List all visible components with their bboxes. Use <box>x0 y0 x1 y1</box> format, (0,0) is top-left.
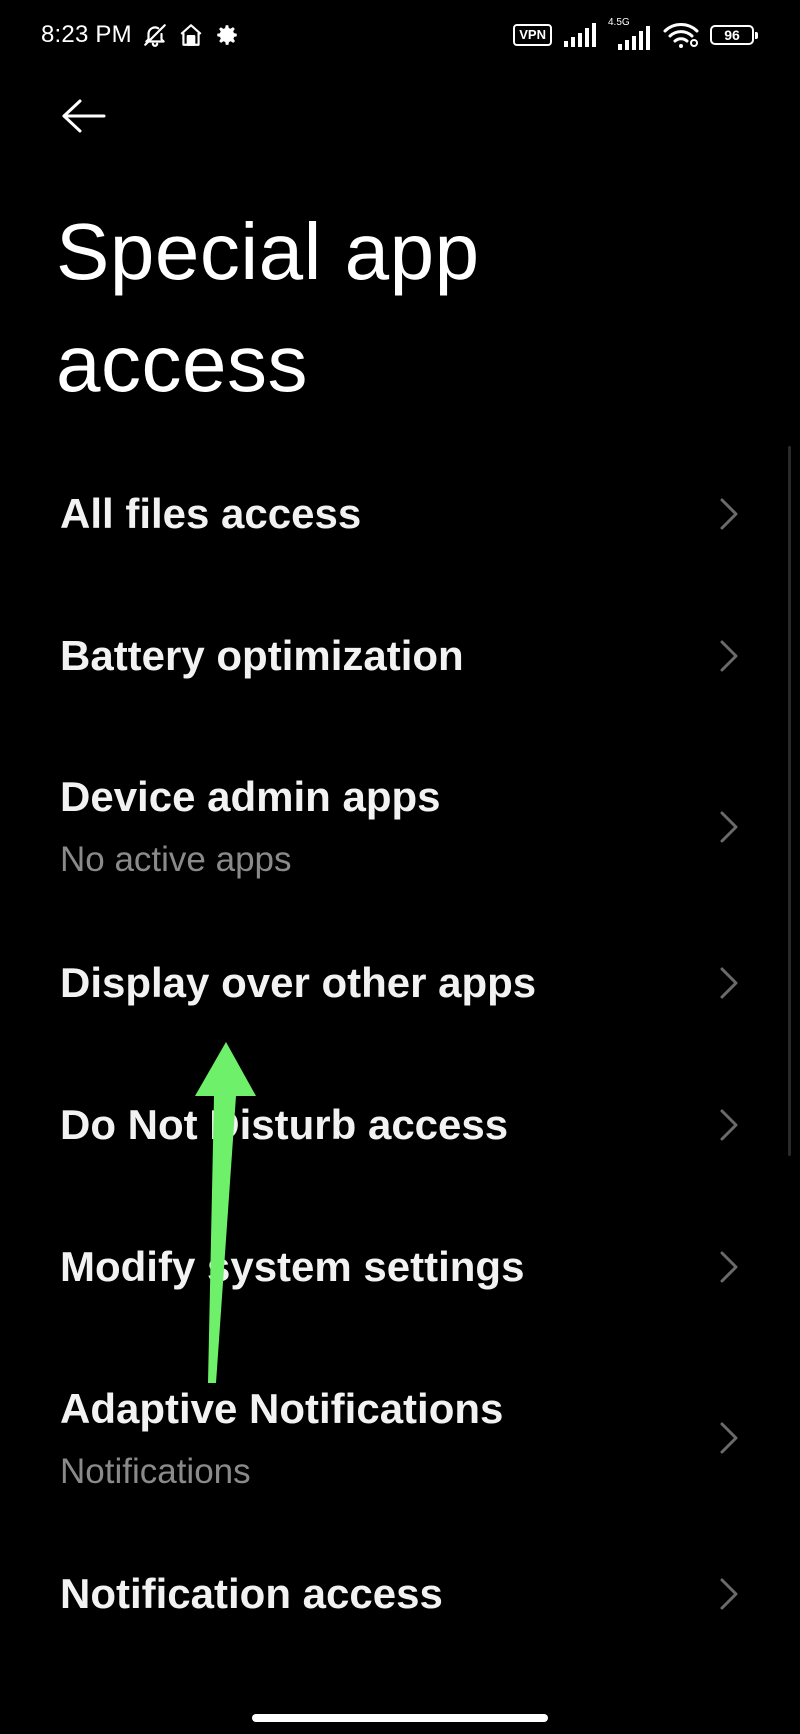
list-item-display-over-other-apps[interactable]: Display over other apps <box>0 928 800 1072</box>
signal-strength-icon <box>562 23 598 47</box>
list-item-title: All files access <box>60 490 362 537</box>
chevron-right-icon <box>718 1107 740 1143</box>
list-item-title: Battery optimization <box>60 632 464 679</box>
status-time: 8:23 PM <box>41 21 132 48</box>
signal-strength-2-icon: 4.5G <box>608 18 652 50</box>
chevron-right-icon <box>718 1249 740 1285</box>
list-item-do-not-disturb-access[interactable]: Do Not Disturb access <box>0 1072 800 1214</box>
status-bar-right: VPN 4.5G 96 <box>513 18 758 52</box>
list-item-all-files-access[interactable]: All files access <box>0 442 800 586</box>
chevron-right-icon <box>718 496 740 532</box>
page-title: Special app access <box>56 207 480 408</box>
list-item-title: Notification access <box>60 1570 443 1617</box>
chevron-right-icon <box>718 1420 740 1456</box>
scrollbar[interactable] <box>788 446 791 1156</box>
list-item-title: Display over other apps <box>60 959 537 1006</box>
list-item-notification-access[interactable]: Notification access <box>0 1556 800 1698</box>
list-item-title: Device admin apps <box>60 773 441 820</box>
wifi-icon <box>662 21 700 49</box>
home-network-icon <box>178 22 204 48</box>
list-item-title: Do Not Disturb access <box>60 1101 509 1148</box>
vpn-badge: VPN <box>513 24 552 46</box>
arrow-left-icon <box>62 99 106 133</box>
list-item-subtitle: No active apps <box>60 840 292 879</box>
chevron-right-icon <box>718 1576 740 1612</box>
battery-icon: 96 <box>710 25 758 45</box>
list-item-subtitle: Notifications <box>60 1452 251 1491</box>
back-button[interactable] <box>56 88 112 144</box>
chevron-right-icon <box>718 638 740 674</box>
status-bar: 8:23 PM VPN 4.5G 96 <box>0 0 800 70</box>
gear-icon <box>214 22 240 48</box>
chevron-right-icon <box>718 965 740 1001</box>
list-item-modify-system-settings[interactable]: Modify system settings <box>0 1214 800 1356</box>
battery-level: 96 <box>724 27 740 43</box>
chevron-right-icon <box>718 809 740 845</box>
mute-bell-icon <box>142 22 168 48</box>
list-item-device-admin-apps[interactable]: Device admin apps No active apps <box>0 728 800 928</box>
home-indicator[interactable] <box>252 1714 548 1722</box>
status-bar-left: 8:23 PM <box>41 18 240 52</box>
list-item-battery-optimization[interactable]: Battery optimization <box>0 586 800 728</box>
list-item-adaptive-notifications[interactable]: Adaptive Notifications Notifications <box>0 1356 800 1556</box>
list-item-title: Adaptive Notifications <box>60 1385 504 1432</box>
list-item-title: Modify system settings <box>60 1243 525 1290</box>
